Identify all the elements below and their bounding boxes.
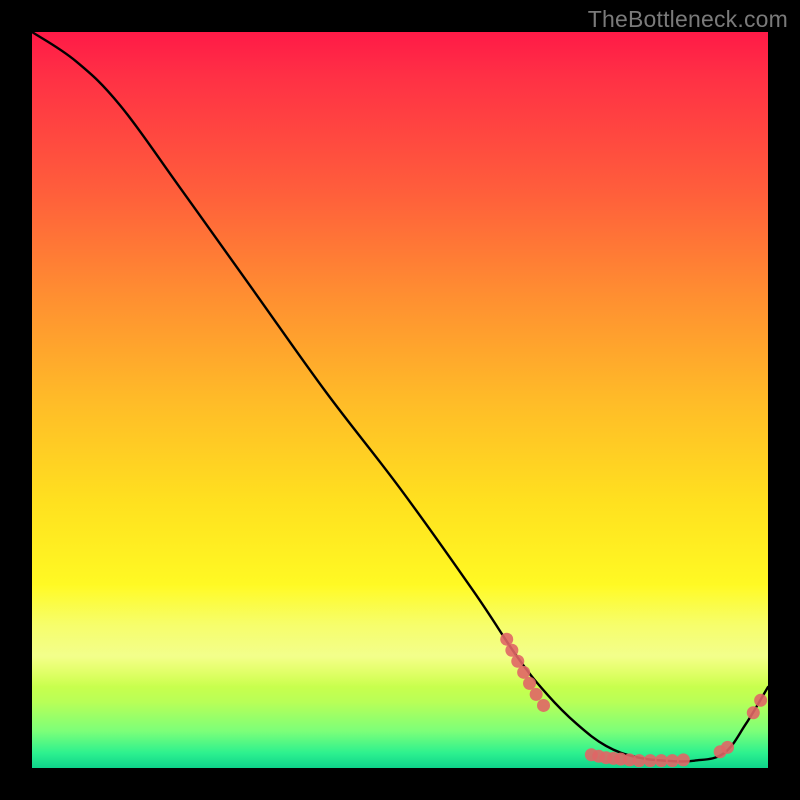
data-marker bbox=[500, 633, 513, 646]
data-marker bbox=[585, 748, 598, 761]
data-marker bbox=[600, 751, 613, 764]
data-marker bbox=[505, 644, 518, 657]
data-marker bbox=[537, 699, 550, 712]
data-marker bbox=[523, 677, 536, 690]
data-marker bbox=[623, 753, 636, 766]
data-marker bbox=[530, 688, 543, 701]
watermark-text: TheBottleneck.com bbox=[588, 6, 788, 33]
plot-area bbox=[32, 32, 768, 768]
data-marker bbox=[754, 694, 767, 707]
data-marker bbox=[633, 754, 646, 767]
highlight-band bbox=[32, 584, 768, 687]
data-marker bbox=[607, 752, 620, 765]
data-marker bbox=[511, 655, 524, 668]
data-marker bbox=[614, 753, 627, 766]
data-marker bbox=[677, 753, 690, 766]
chart-frame: TheBottleneck.com bbox=[0, 0, 800, 800]
data-marker bbox=[721, 741, 734, 754]
data-marker bbox=[517, 666, 530, 679]
data-marker bbox=[592, 750, 605, 763]
data-marker bbox=[644, 754, 657, 767]
data-marker bbox=[655, 754, 668, 767]
bottleneck-curve bbox=[32, 32, 768, 761]
data-marker bbox=[747, 706, 760, 719]
data-marker bbox=[714, 745, 727, 758]
data-markers bbox=[500, 633, 767, 767]
data-marker bbox=[666, 754, 679, 767]
chart-svg bbox=[32, 32, 768, 768]
